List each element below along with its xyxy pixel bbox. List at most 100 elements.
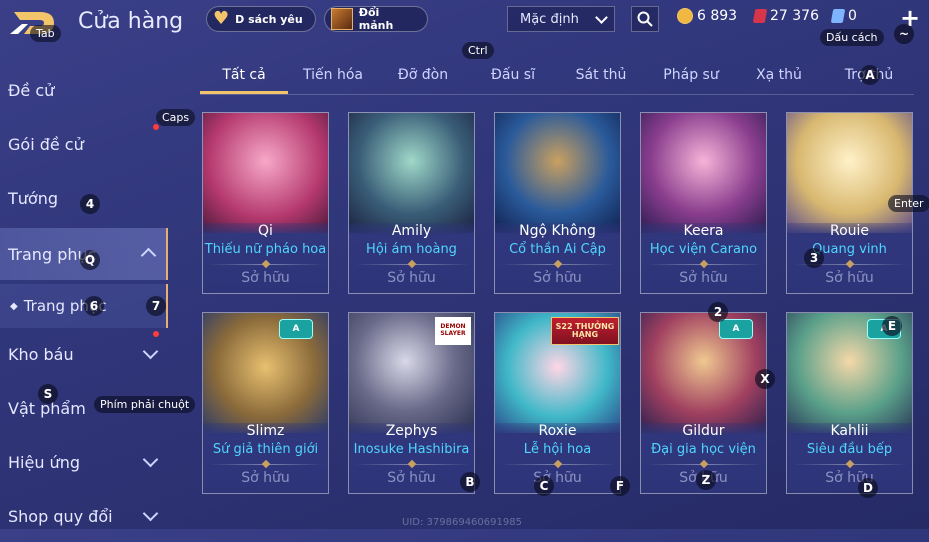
skin-card[interactable]: A Kahlii Siêu đầu bếp Sở hữu xyxy=(786,312,913,494)
key-hint-c: C xyxy=(534,476,554,496)
skin-name: Cổ thần Ai Cập xyxy=(509,242,606,257)
tab-all[interactable]: Tất cả xyxy=(200,67,288,83)
skin-art xyxy=(641,113,766,233)
hero-name: Keera xyxy=(683,223,724,239)
wishlist-button[interactable]: ♥ D sách yêu xyxy=(206,6,316,32)
hero-name: Roxie xyxy=(538,423,577,439)
key-hint-2: 2 xyxy=(708,302,728,322)
skin-card[interactable]: Keera Học viện Carano Sở hữu xyxy=(640,112,767,294)
search-button[interactable] xyxy=(631,6,659,32)
wishlist-label: D sách yêu xyxy=(235,12,303,26)
skin-name: Đại gia học viện xyxy=(651,442,756,457)
owned-status: Sở hữu xyxy=(533,470,582,486)
hero-name: Kahlii xyxy=(830,423,869,439)
key-hint-x: X xyxy=(755,369,775,389)
key-hint-6: 6 xyxy=(84,296,104,316)
skin-art xyxy=(349,113,474,233)
tab-fighter[interactable]: Đấu sĩ xyxy=(472,67,554,83)
sidebar-item-treasure[interactable]: Kho báu xyxy=(0,328,168,380)
sidebar-item-effects[interactable]: Hiệu ứng xyxy=(0,436,168,488)
key-hint-q: Q xyxy=(80,250,100,270)
season-badge: S22 THƯỞNG HẠNG xyxy=(551,317,619,345)
key-hint-f: F xyxy=(610,476,630,496)
skin-name: Sứ giả thiên giới xyxy=(212,442,319,457)
skin-art xyxy=(787,113,912,233)
user-id: UID: 379869460691985 xyxy=(402,517,522,528)
skin-name: Hội ám hoàng xyxy=(366,242,457,257)
owned-status: Sở hữu xyxy=(679,270,728,286)
owned-status: Sở hữu xyxy=(241,270,290,286)
hero-name: Qi xyxy=(258,223,273,239)
skin-name: Inosuke Hashibira xyxy=(353,442,470,457)
hero-name: Slimz xyxy=(246,423,285,439)
hero-name: Zephys xyxy=(385,423,438,439)
sidebar-item-recommended[interactable]: Đề cử xyxy=(0,64,168,116)
skin-card[interactable]: Qi Thiếu nữ pháo hoa Sở hữu xyxy=(202,112,329,294)
sidebar-item-label: Kho báu xyxy=(8,344,74,364)
key-hint-e: E xyxy=(882,316,902,336)
owned-status: Sở hữu xyxy=(387,470,436,486)
chevron-down-icon xyxy=(142,451,159,468)
sort-value: Mặc định xyxy=(520,11,579,27)
sidebar-item-label: Gói đề cử xyxy=(8,134,84,154)
key-hint-tab: Tab xyxy=(30,25,61,42)
hero-name: Rouie xyxy=(829,223,870,239)
key-hint-ctrl: Ctrl xyxy=(462,42,494,59)
skin-card[interactable]: DEMON SLAYER Zephys Inosuke Hashibira Sở… xyxy=(348,312,475,494)
owned-status: Sở hữu xyxy=(825,270,874,286)
key-hint-b: B xyxy=(460,472,480,492)
skin-name: Siêu đầu bếp xyxy=(806,442,893,457)
key-hint-enter: Enter xyxy=(888,195,929,212)
chevron-up-icon xyxy=(140,247,157,264)
tab-assassin[interactable]: Sát thủ xyxy=(560,67,642,83)
gold-amount: 6 893 xyxy=(697,8,738,24)
chevron-down-icon xyxy=(142,343,159,360)
rank-badge: A xyxy=(279,319,313,339)
key-hint-a: A xyxy=(860,65,880,85)
exchange-fragments-button[interactable]: Đổi mảnh xyxy=(324,6,428,32)
tab-marksman[interactable]: Xạ thủ xyxy=(738,67,820,83)
skin-card[interactable]: S22 THƯỞNG HẠNG Roxie Lễ hội hoa Sở hữu xyxy=(494,312,621,494)
tab-mage[interactable]: Pháp sư xyxy=(648,67,734,83)
skin-card[interactable]: Amily Hội ám hoàng Sở hữu xyxy=(348,112,475,294)
skin-card[interactable]: A Gildur Đại gia học viện Sở hữu xyxy=(640,312,767,494)
skin-art xyxy=(495,113,620,233)
tab-evolution[interactable]: Tiến hóa xyxy=(292,67,374,83)
key-hint-7: 7 xyxy=(146,296,166,316)
gold-coin-icon xyxy=(677,8,693,24)
hero-name: Ngộ Không xyxy=(519,223,596,239)
search-icon xyxy=(637,11,653,27)
skin-card[interactable]: A Slimz Sứ giả thiên giới Sở hữu xyxy=(202,312,329,494)
fragment-icon xyxy=(331,8,353,30)
ruby-amount: 27 376 xyxy=(770,8,819,24)
hero-name: Amily xyxy=(391,223,432,239)
key-hint-caps: Caps xyxy=(156,109,196,126)
bullet-icon: ◆ xyxy=(10,300,18,312)
key-hint-s: S xyxy=(38,384,58,404)
owned-status: Sở hữu xyxy=(825,470,874,486)
key-hint-tilde: ~ xyxy=(894,24,914,44)
voucher-amount: 0 xyxy=(848,8,857,24)
tab-tank[interactable]: Đỡ đòn xyxy=(382,67,464,83)
page-title: Cửa hàng xyxy=(78,9,184,34)
ruby-icon xyxy=(752,9,768,23)
key-hint-d: D xyxy=(858,478,878,498)
voucher-icon xyxy=(830,9,846,23)
sort-select[interactable]: Mặc định xyxy=(507,6,615,32)
skin-name: Thiếu nữ pháo hoa xyxy=(204,242,327,257)
chevron-down-icon xyxy=(142,505,159,522)
key-hint-space: Dấu cách xyxy=(820,29,884,46)
sidebar-item-recommended-bundles[interactable]: Gói đề cử xyxy=(0,118,168,170)
sidebar-item-exchange-shop[interactable]: Shop quy đổi xyxy=(0,490,168,542)
owned-status: Sở hữu xyxy=(533,270,582,286)
sidebar-item-label: Hiệu ứng xyxy=(8,452,80,472)
sidebar-item-label: Shop quy đổi xyxy=(8,506,113,526)
active-tab-indicator xyxy=(200,91,288,94)
owned-status: Sở hữu xyxy=(241,470,290,486)
rank-badge: A xyxy=(719,319,753,339)
skin-art xyxy=(203,113,328,233)
key-hint-z: Z xyxy=(696,470,716,490)
skin-card[interactable]: Ngộ Không Cổ thần Ai Cập Sở hữu xyxy=(494,112,621,294)
top-bar: Cửa hàng ♥ D sách yêu Đổi mảnh Mặc định … xyxy=(0,0,929,44)
sidebar-item-label: Tướng xyxy=(8,188,58,208)
